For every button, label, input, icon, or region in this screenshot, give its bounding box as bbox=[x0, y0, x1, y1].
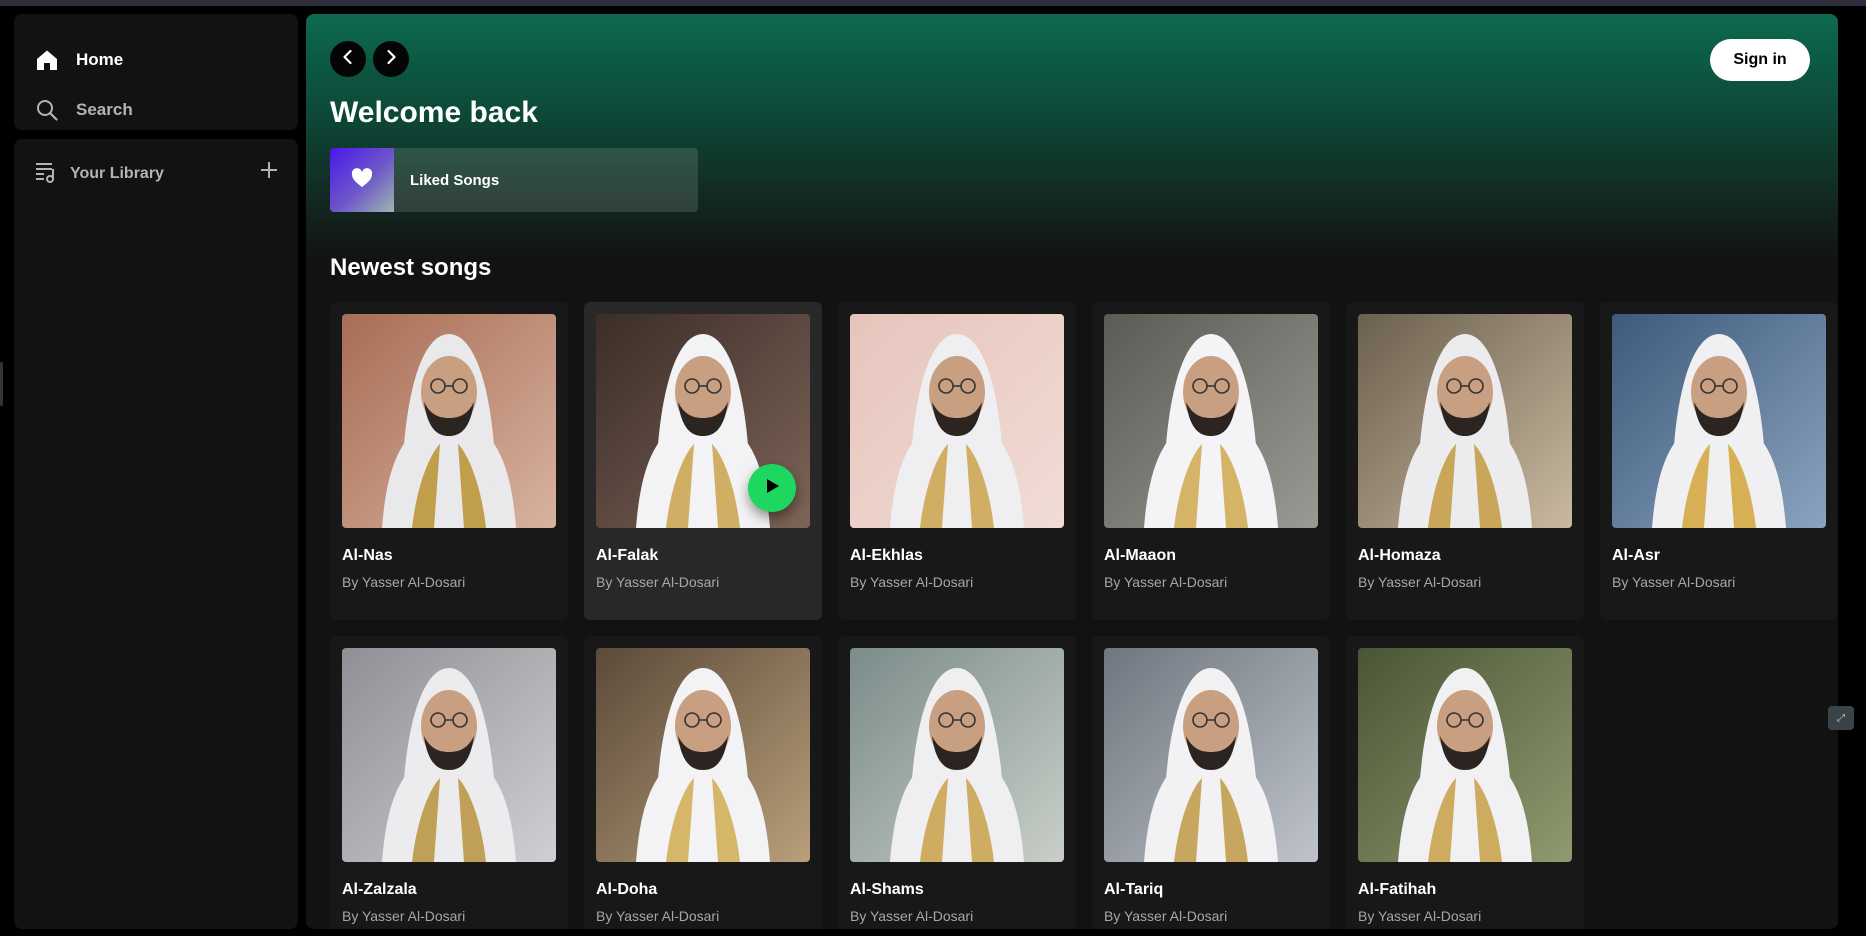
song-artist: By Yasser Al-Dosari bbox=[1104, 908, 1228, 924]
portrait-illustration bbox=[342, 314, 556, 528]
nav-search-label: Search bbox=[76, 100, 133, 119]
song-card[interactable]: Al-Doha By Yasser Al-Dosari bbox=[584, 636, 822, 929]
song-card[interactable]: Al-Zalzala By Yasser Al-Dosari bbox=[330, 636, 568, 929]
portrait-illustration bbox=[1358, 648, 1572, 862]
nav-home[interactable]: Home bbox=[34, 42, 123, 78]
song-card[interactable]: Al-Fatihah By Yasser Al-Dosari bbox=[1346, 636, 1584, 929]
song-artist: By Yasser Al-Dosari bbox=[1358, 908, 1482, 924]
main-scrollbar[interactable] bbox=[1830, 14, 1838, 929]
song-artist: By Yasser Al-Dosari bbox=[850, 574, 974, 590]
play-icon bbox=[763, 477, 781, 500]
nav-panel: Home Search bbox=[14, 14, 298, 130]
song-title: Al-Tariq bbox=[1104, 881, 1164, 898]
portrait-illustration bbox=[342, 648, 556, 862]
newest-songs-heading: Newest songs bbox=[330, 254, 492, 281]
song-card[interactable]: Al-Falak By Yasser Al-Dosari bbox=[584, 302, 822, 620]
portrait-illustration bbox=[1612, 314, 1826, 528]
song-card[interactable]: Al-Homaza By Yasser Al-Dosari bbox=[1346, 302, 1584, 620]
song-title: Al-Asr bbox=[1612, 547, 1661, 564]
song-cover bbox=[1612, 314, 1826, 528]
liked-songs-shortcut[interactable]: Liked Songs bbox=[330, 148, 698, 212]
side-widget-button[interactable]: ⤢ bbox=[1828, 706, 1854, 730]
main-view: Sign in Welcome back Liked Songs Newest … bbox=[306, 14, 1838, 929]
back-button[interactable] bbox=[330, 41, 366, 77]
song-cover bbox=[342, 314, 556, 528]
song-title: Al-Ekhlas bbox=[850, 547, 923, 564]
song-artist: By Yasser Al-Dosari bbox=[342, 908, 466, 924]
song-card[interactable]: Al-Shams By Yasser Al-Dosari bbox=[838, 636, 1076, 929]
song-title: Al-Doha bbox=[596, 881, 658, 898]
create-playlist-button[interactable] bbox=[256, 159, 282, 185]
song-card[interactable]: Al-Nas By Yasser Al-Dosari bbox=[330, 302, 568, 620]
portrait-illustration bbox=[1104, 314, 1318, 528]
chevron-right-icon bbox=[383, 49, 399, 70]
portrait-illustration bbox=[1104, 648, 1318, 862]
song-artist: By Yasser Al-Dosari bbox=[1104, 574, 1228, 590]
song-title: Al-Zalzala bbox=[342, 881, 417, 898]
song-cover bbox=[1358, 314, 1572, 528]
song-title: Al-Homaza bbox=[1358, 547, 1441, 564]
song-card[interactable]: Al-Tariq By Yasser Al-Dosari bbox=[1092, 636, 1330, 929]
song-card[interactable]: Al-Maaon By Yasser Al-Dosari bbox=[1092, 302, 1330, 620]
library-panel: Your Library bbox=[14, 139, 298, 929]
song-title: Al-Shams bbox=[850, 881, 924, 898]
song-card[interactable]: Al-Asr By Yasser Al-Dosari bbox=[1600, 302, 1838, 620]
song-cover bbox=[1104, 648, 1318, 862]
song-title: Al-Nas bbox=[342, 547, 393, 564]
song-artist: By Yasser Al-Dosari bbox=[1612, 574, 1736, 590]
song-cover bbox=[596, 648, 810, 862]
song-artist: By Yasser Al-Dosari bbox=[850, 908, 974, 924]
liked-songs-label: Liked Songs bbox=[410, 171, 500, 189]
song-artist: By Yasser Al-Dosari bbox=[596, 574, 720, 590]
song-artist: By Yasser Al-Dosari bbox=[596, 908, 720, 924]
plus-icon bbox=[260, 161, 278, 184]
song-title: Al-Maaon bbox=[1104, 547, 1176, 564]
song-cover bbox=[850, 314, 1064, 528]
window-top-bar bbox=[0, 0, 1866, 6]
resize-handle[interactable] bbox=[0, 362, 3, 406]
play-button[interactable] bbox=[748, 464, 796, 512]
newest-songs-grid: Al-Nas By Yasser Al-Dosari Al-Falak By Y… bbox=[330, 302, 1838, 929]
your-library-button[interactable]: Your Library bbox=[34, 157, 284, 191]
song-title: Al-Falak bbox=[596, 547, 659, 564]
nav-home-label: Home bbox=[76, 50, 124, 69]
chevron-left-icon bbox=[340, 49, 356, 70]
library-icon bbox=[34, 160, 58, 189]
song-cover bbox=[342, 648, 556, 862]
heart-icon bbox=[351, 167, 373, 193]
portrait-illustration bbox=[850, 648, 1064, 862]
search-icon bbox=[34, 97, 60, 123]
portrait-illustration bbox=[850, 314, 1064, 528]
portrait-illustration bbox=[596, 648, 810, 862]
song-cover bbox=[850, 648, 1064, 862]
song-title: Al-Fatihah bbox=[1358, 881, 1437, 898]
song-cover bbox=[1104, 314, 1318, 528]
song-card[interactable]: Al-Ekhlas By Yasser Al-Dosari bbox=[838, 302, 1076, 620]
sign-in-button[interactable]: Sign in bbox=[1710, 39, 1810, 81]
nav-search[interactable]: Search bbox=[34, 92, 133, 128]
home-icon bbox=[34, 47, 60, 73]
collapse-icon: ⤢ bbox=[1837, 712, 1845, 724]
your-library-label: Your Library bbox=[70, 165, 164, 182]
welcome-title: Welcome back bbox=[330, 96, 538, 129]
song-cover bbox=[1358, 648, 1572, 862]
song-artist: By Yasser Al-Dosari bbox=[342, 574, 466, 590]
portrait-illustration bbox=[1358, 314, 1572, 528]
song-artist: By Yasser Al-Dosari bbox=[1358, 574, 1482, 590]
liked-songs-art bbox=[330, 148, 394, 212]
forward-button[interactable] bbox=[373, 41, 409, 77]
